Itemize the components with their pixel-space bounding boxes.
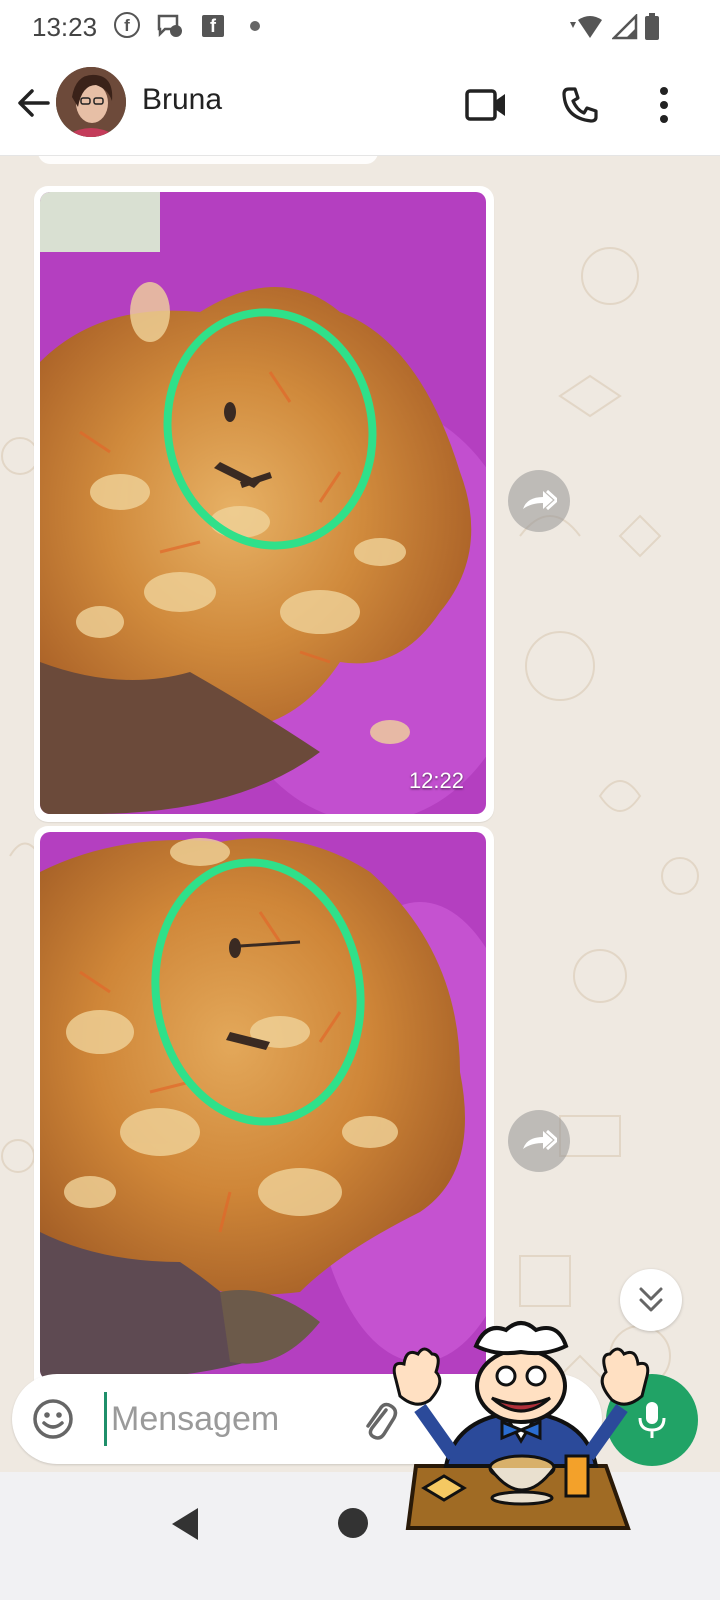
forward-icon [523,489,557,511]
back-button[interactable] [14,83,54,123]
facebook-icon: f [114,12,140,38]
forward-button[interactable] [508,470,570,532]
contact-name[interactable]: Bruna [142,83,222,117]
image-message[interactable]: 12:22 [34,186,494,822]
nav-home-button[interactable] [338,1508,368,1538]
dot-icon [250,21,260,31]
previous-message-bubble [38,156,378,164]
signal-icon [612,14,638,40]
chat-area[interactable]: 12:22 [0,156,720,1472]
messenger-icon [156,12,184,40]
chat-header: Bruna [0,55,720,156]
forward-button[interactable] [508,1110,570,1172]
double-chevron-down-icon [639,1287,663,1312]
more-options-button[interactable] [640,81,688,129]
emoji-icon [33,1399,73,1439]
message-input[interactable] [104,1392,354,1446]
image-message[interactable] [34,826,494,1386]
system-indicators [566,13,660,41]
more-vert-icon [660,87,668,123]
video-call-icon [465,89,505,121]
video-call-button[interactable] [462,81,510,129]
status-time: 13:23 [32,12,98,42]
phone-icon [562,87,598,123]
chef-sticker-overlay [376,1316,666,1546]
status-bar: 13:23 f f [0,0,720,55]
emoji-button[interactable] [32,1398,74,1440]
nav-back-button[interactable] [166,1504,206,1544]
forward-icon [523,1129,557,1151]
message-photo[interactable] [40,832,486,1380]
facebook-square-icon: f [202,15,224,37]
back-arrow-icon [18,89,50,117]
voice-call-button[interactable] [556,81,604,129]
contact-avatar[interactable] [56,67,126,137]
message-time: 12:22 [408,768,464,793]
triangle-back-icon [172,1508,198,1540]
message-photo[interactable]: 12:22 [40,192,486,814]
wifi-icon [570,16,602,38]
battery-icon [645,13,659,40]
